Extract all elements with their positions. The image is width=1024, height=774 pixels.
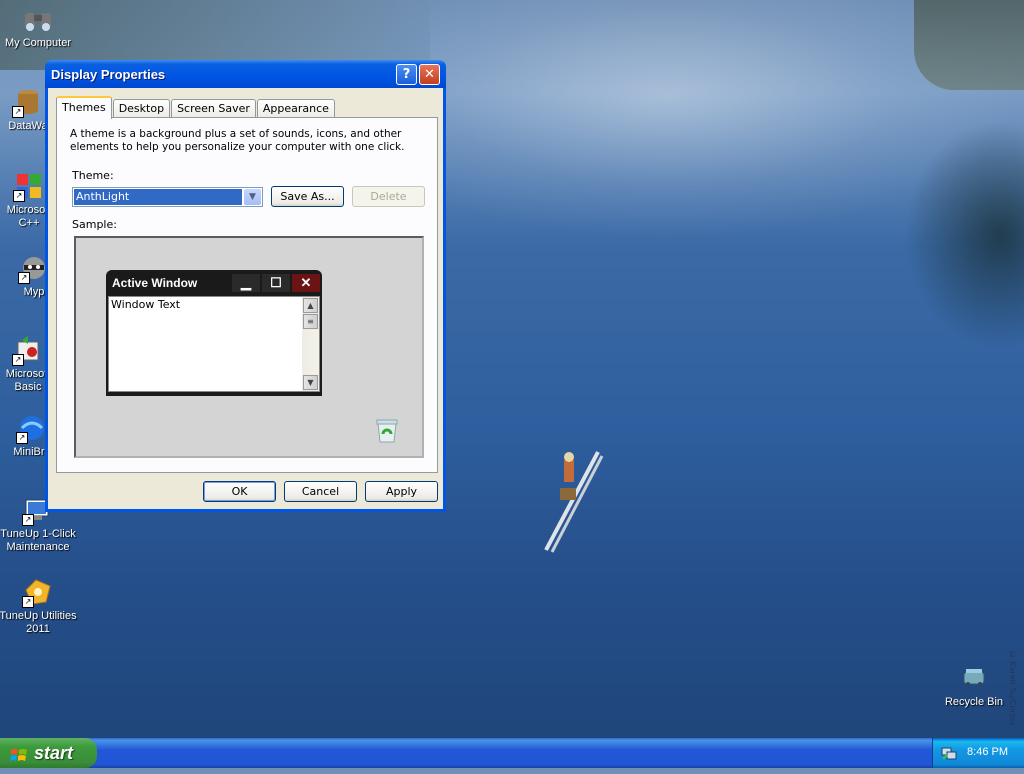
tab-themes[interactable]: Themes: [56, 96, 112, 119]
theme-dropdown-value: AnthLight: [74, 189, 242, 205]
themes-description: A theme is a background plus a set of so…: [70, 128, 405, 153]
tab-strip: Themes Desktop Screen Saver Appearance: [56, 96, 336, 119]
scroll-up-icon: ▲: [303, 298, 318, 313]
wallpaper-tree: [904, 120, 1024, 350]
theme-sample-preview: Active Window ▁ ☐ ✕ Window Text ▲ ≡ ▼: [74, 236, 424, 458]
close-button[interactable]: ✕: [419, 63, 440, 85]
tab-appearance[interactable]: Appearance: [256, 99, 335, 118]
scroll-down-icon: ▼: [303, 375, 318, 390]
clock[interactable]: 8:46 PM: [967, 746, 1008, 758]
wallpaper-raft: [544, 451, 604, 553]
tab-screen-saver[interactable]: Screen Saver: [171, 99, 256, 118]
sample-window-body: Window Text ▲ ≡ ▼: [108, 296, 320, 392]
display-properties-window[interactable]: Display Properties ? ✕ Themes Desktop Sc…: [45, 60, 446, 512]
windows-flag-icon: [10, 744, 28, 762]
start-label: start: [34, 743, 74, 763]
sample-scrollbar: ▲ ≡ ▼: [302, 297, 319, 391]
window-client: Themes Desktop Screen Saver Appearance A…: [48, 88, 443, 509]
close-icon: ✕: [292, 274, 320, 292]
scroll-thumb: ≡: [303, 314, 318, 329]
tuneup-utilities-icon: ↗: [22, 576, 54, 608]
sample-window-title: Active Window: [112, 276, 198, 290]
desktop-icon-my-computer[interactable]: My Computer: [0, 3, 78, 50]
desktop-icon-recycle-bin[interactable]: Recycle Bin: [934, 662, 1014, 709]
sample-window-text: Window Text: [111, 298, 181, 311]
visual-basic-icon: ↗: [12, 334, 44, 366]
browser-globe-icon: ↗: [16, 412, 48, 444]
sample-label: Sample:: [72, 218, 117, 231]
taskbar: start 8:46 PM: [0, 738, 1024, 768]
wallpaper-rock: [914, 0, 1024, 90]
desktop-icon-tuneup-utilities[interactable]: ↗ TuneUp Utilities 2011: [0, 576, 78, 636]
theme-dropdown[interactable]: AnthLight ▼: [72, 187, 263, 207]
delete-button[interactable]: Delete: [352, 186, 425, 207]
desktop-icon-label: Recycle Bin: [944, 696, 1004, 708]
sample-window-titlebar: Active Window ▁ ☐ ✕: [108, 270, 320, 296]
desktop-icon-label: TuneUp 1-Click Maintenance: [0, 528, 76, 553]
sample-active-window: Active Window ▁ ☐ ✕ Window Text ▲ ≡ ▼: [106, 270, 322, 396]
apply-button[interactable]: Apply: [365, 481, 438, 502]
chevron-down-icon[interactable]: ▼: [244, 189, 261, 205]
window-title: Display Properties: [51, 66, 166, 82]
minimize-icon: ▁: [232, 274, 260, 292]
sample-recycle-bin-icon: [372, 415, 402, 445]
visual-studio-icon: ↗: [13, 170, 45, 202]
help-button[interactable]: ?: [396, 63, 417, 85]
system-tray: 8:46 PM: [932, 738, 1024, 768]
start-button[interactable]: start: [0, 738, 97, 768]
network-icon[interactable]: [941, 745, 957, 761]
recycle-bin-icon: [958, 662, 990, 694]
maximize-icon: ☐: [262, 274, 290, 292]
database-icon: ↗: [12, 86, 44, 118]
desktop-icon-label: TuneUp Utilities 2011: [0, 610, 77, 635]
cancel-button[interactable]: Cancel: [284, 481, 357, 502]
ok-button[interactable]: OK: [203, 481, 276, 502]
save-as-button[interactable]: Save As...: [271, 186, 344, 207]
tab-desktop[interactable]: Desktop: [112, 99, 171, 118]
theme-label: Theme:: [72, 169, 114, 182]
themes-panel: A theme is a background plus a set of so…: [56, 117, 438, 473]
window-titlebar[interactable]: Display Properties ? ✕: [45, 60, 446, 88]
desktop-icon-label: My Computer: [4, 37, 72, 49]
binoculars-icon: [22, 3, 54, 35]
